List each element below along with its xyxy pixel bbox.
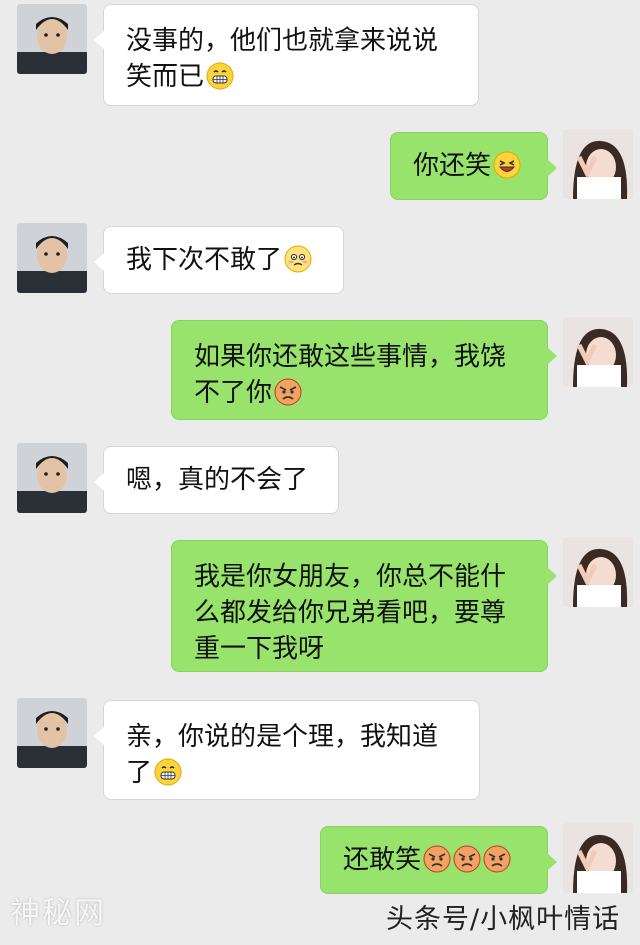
message-text: 笑而已 bbox=[126, 59, 456, 95]
message-text: 如果你还敢这些事情，我饶 bbox=[194, 342, 507, 372]
message-bubble[interactable]: 你还笑 bbox=[390, 132, 557, 200]
message-text: 嗯，真的不会了 bbox=[126, 465, 309, 495]
message-text: 不了你 bbox=[194, 375, 525, 411]
contact-avatar[interactable] bbox=[17, 698, 87, 768]
user-avatar[interactable] bbox=[563, 537, 633, 607]
laughing-face-icon bbox=[493, 151, 521, 179]
embarrassed-face-icon bbox=[284, 245, 312, 273]
message-text: 没事的，他们也就拿来说说 bbox=[126, 26, 439, 56]
message-bubble[interactable]: 我下次不敢了 bbox=[94, 226, 344, 294]
message-bubble[interactable]: 我是你女朋友，你总不能什 么都发给你兄弟看吧，要尊 重一下我呀 bbox=[171, 540, 557, 672]
watermark-right: 头条号/小枫叶情话 bbox=[386, 904, 621, 935]
message-bubble[interactable]: 如果你还敢这些事情，我饶 不了你 bbox=[171, 320, 557, 420]
angry-face-icon bbox=[274, 378, 302, 406]
message-text: 你还笑 bbox=[413, 151, 492, 181]
message-text: 还敢笑 bbox=[343, 845, 422, 875]
contact-avatar[interactable] bbox=[17, 223, 87, 293]
user-avatar[interactable] bbox=[563, 823, 633, 893]
message-text: 么都发给你兄弟看吧，要尊 bbox=[194, 598, 507, 628]
message-text: 重一下我呀 bbox=[194, 634, 325, 664]
message-text: 我是你女朋友，你总不能什 bbox=[194, 562, 507, 592]
message-bubble[interactable]: 还敢笑 bbox=[320, 826, 557, 894]
message-text: 了 bbox=[126, 755, 457, 791]
message-text: 亲，你说的是个理，我知道 bbox=[126, 722, 439, 752]
grinning-face-icon bbox=[206, 62, 234, 90]
contact-avatar[interactable] bbox=[17, 443, 87, 513]
message-bubble[interactable]: 没事的，他们也就拿来说说 笑而已 bbox=[94, 4, 479, 106]
watermark-left: 神秘网 bbox=[10, 896, 106, 931]
user-avatar[interactable] bbox=[563, 317, 633, 387]
user-avatar[interactable] bbox=[563, 129, 633, 199]
grinning-face-icon bbox=[154, 758, 182, 786]
angry-face-icon bbox=[453, 845, 481, 873]
message-bubble[interactable]: 亲，你说的是个理，我知道 了 bbox=[94, 700, 480, 800]
message-text: 我下次不敢了 bbox=[126, 245, 283, 275]
message-bubble[interactable]: 嗯，真的不会了 bbox=[94, 446, 339, 514]
contact-avatar[interactable] bbox=[17, 4, 87, 74]
angry-face-icon bbox=[483, 845, 511, 873]
angry-face-icon bbox=[423, 845, 451, 873]
